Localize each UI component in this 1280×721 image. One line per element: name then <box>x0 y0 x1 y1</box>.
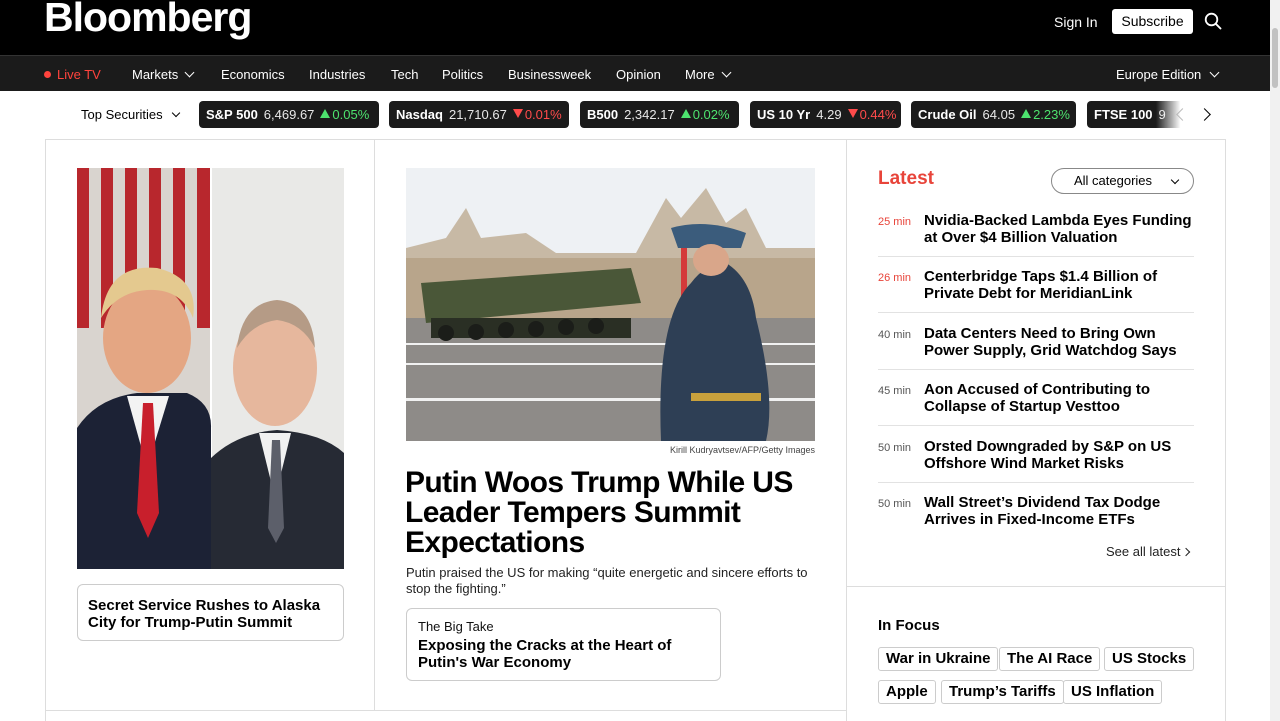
ticker-sp500[interactable]: S&P 500 6,469.67 0.05% <box>199 101 379 128</box>
search-icon[interactable] <box>1204 12 1222 30</box>
focus-tag[interactable]: War in Ukraine <box>878 647 999 671</box>
ticker-nasdaq[interactable]: Nasdaq 21,710.67 0.01% <box>389 101 569 128</box>
sign-in-link[interactable]: Sign In <box>1054 14 1098 30</box>
ticker-bar: Top Securities S&P 500 6,469.67 0.05% Nasd… <box>0 91 1270 139</box>
chevron-down-icon <box>1209 67 1220 78</box>
top-bar: Bloomberg Sign In Subscribe <box>0 0 1270 55</box>
latest-story[interactable]: 40 min Data Centers Need to Bring Own Po… <box>878 325 1194 370</box>
latest-story[interactable]: 45 min Aon Accused of Contributing to Co… <box>878 381 1194 426</box>
chevron-down-icon <box>184 67 195 78</box>
trump-putin-photo[interactable] <box>77 168 344 569</box>
main-summary: Putin praised the US for making “quite e… <box>406 565 808 596</box>
nav-opinion[interactable]: Opinion <box>616 67 661 82</box>
photo-credit: Kirill Kudryavtsev/AFP/Getty Images <box>669 445 815 455</box>
story-time: 50 min <box>878 442 912 454</box>
bloomberg-logo[interactable]: Bloomberg <box>44 0 252 41</box>
nav-businessweek[interactable]: Businessweek <box>508 67 591 82</box>
page-scrollbar[interactable] <box>1270 0 1280 721</box>
latest-story[interactable]: 26 min Centerbridge Taps $1.4 Billion of… <box>878 268 1194 313</box>
big-take-title[interactable]: Exposing the Cracks at the Heart of Puti… <box>418 637 710 671</box>
arrow-up-icon <box>1021 109 1032 118</box>
nav-markets[interactable]: Markets <box>132 67 195 82</box>
latest-story[interactable]: 50 min Orsted Downgraded by S&P on US Of… <box>878 438 1194 483</box>
chevron-down-icon <box>171 108 180 118</box>
nav-industries[interactable]: Industries <box>309 67 365 82</box>
ticker-crude-oil[interactable]: Crude Oil 64.05 2.23% <box>911 101 1076 128</box>
latest-heading: Latest <box>878 168 934 189</box>
chevron-down-icon <box>1170 175 1180 185</box>
arrow-down-icon <box>512 109 523 118</box>
focus-tag[interactable]: US Stocks <box>1104 647 1195 671</box>
category-dropdown[interactable]: All categories <box>1051 168 1194 194</box>
arrow-up-icon <box>680 109 691 118</box>
left-story-title[interactable]: Secret Service Rushes to Alaska City for… <box>88 597 320 631</box>
big-take-card[interactable]: The Big Take Exposing the Cracks at the … <box>406 608 721 681</box>
story-title[interactable]: Nvidia-Backed Lambda Eyes Funding at Ove… <box>924 212 1196 246</box>
ticker-us10yr[interactable]: US 10 Yr 4.29 0.44% <box>750 101 901 128</box>
story-time: 26 min <box>878 272 912 284</box>
left-story-card[interactable]: Secret Service Rushes to Alaska City for… <box>77 584 344 641</box>
story-title[interactable]: Wall Street’s Dividend Tax Dodge Arrives… <box>924 494 1196 528</box>
nav-tech[interactable]: Tech <box>391 67 418 82</box>
story-time: 45 min <box>878 385 912 397</box>
nav-more[interactable]: More <box>685 67 732 82</box>
main-headline[interactable]: Putin Woos Trump While US Leader Tempers… <box>405 468 825 558</box>
column-divider <box>846 139 847 721</box>
nav-live-tv[interactable]: Live TV <box>57 67 101 82</box>
story-title[interactable]: Centerbridge Taps $1.4 Billion of Privat… <box>924 268 1196 302</box>
subscribe-button[interactable]: Subscribe <box>1112 9 1193 34</box>
main-nav: Live TV Markets Economics Industries Tec… <box>0 55 1270 91</box>
top-securities-dropdown[interactable]: Top Securities <box>81 107 180 122</box>
nav-economics[interactable]: Economics <box>221 67 285 82</box>
ticker-fade <box>1156 101 1226 128</box>
arrow-down-icon <box>847 109 858 118</box>
big-take-kicker: The Big Take <box>418 619 494 634</box>
latest-story[interactable]: 50 min Wall Street’s Dividend Tax Dodge … <box>878 494 1194 534</box>
column-divider <box>374 139 375 710</box>
story-title[interactable]: Orsted Downgraded by S&P on US Offshore … <box>924 438 1196 472</box>
focus-tag[interactable]: The AI Race <box>999 647 1101 671</box>
in-focus-heading: In Focus <box>878 617 940 634</box>
story-time: 50 min <box>878 498 912 510</box>
chevron-down-icon <box>721 67 732 78</box>
ticker-b500[interactable]: B500 2,342.17 0.02% <box>580 101 739 128</box>
nav-politics[interactable]: Politics <box>442 67 483 82</box>
story-title[interactable]: Aon Accused of Contributing to Collapse … <box>924 381 1196 415</box>
focus-tag[interactable]: Apple <box>878 680 936 704</box>
focus-tag[interactable]: US Inflation <box>1063 680 1163 704</box>
live-dot-icon <box>44 71 51 78</box>
section-divider <box>45 710 847 711</box>
section-divider <box>846 586 1226 587</box>
story-title[interactable]: Data Centers Need to Bring Own Power Sup… <box>924 325 1196 359</box>
edition-selector[interactable]: Europe Edition <box>1116 67 1220 82</box>
focus-tag[interactable]: Trump’s Tariffs <box>941 680 1064 704</box>
arrow-up-icon <box>320 109 331 118</box>
story-time: 25 min <box>878 216 912 228</box>
military-parade-photo[interactable] <box>406 168 815 441</box>
see-all-latest-link[interactable]: See all latest <box>1106 544 1191 559</box>
chevron-right-icon <box>1182 547 1191 557</box>
scrollbar-thumb[interactable] <box>1272 28 1278 88</box>
story-time: 40 min <box>878 329 912 341</box>
latest-story[interactable]: 25 min Nvidia-Backed Lambda Eyes Funding… <box>878 212 1194 257</box>
